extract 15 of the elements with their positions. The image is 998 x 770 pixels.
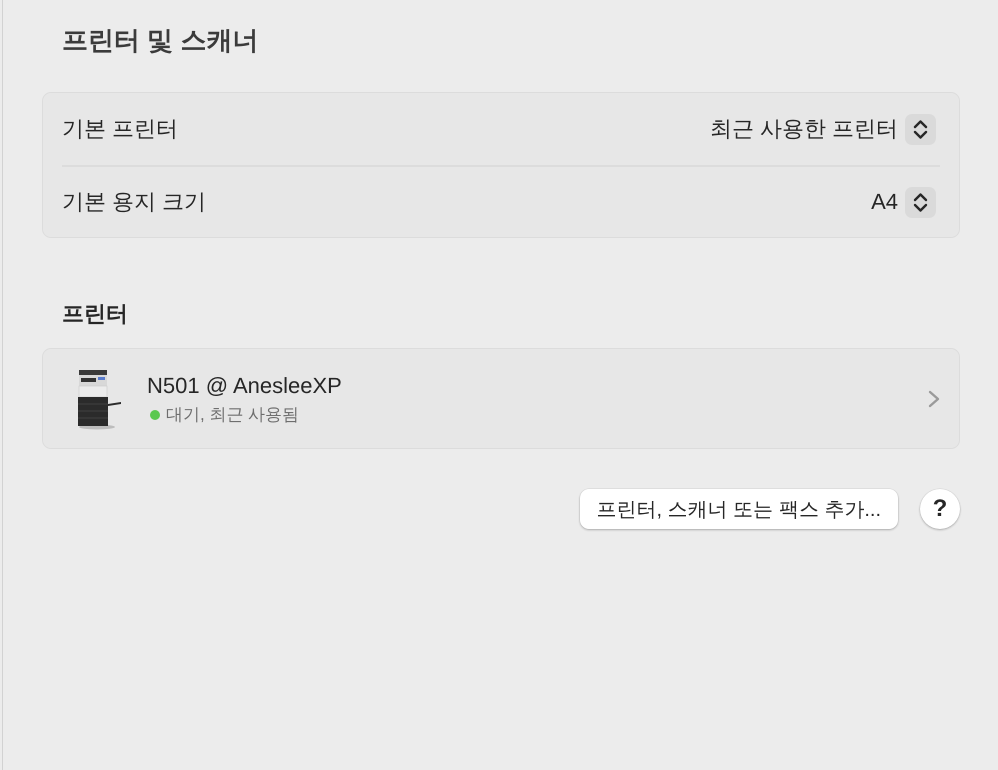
chevron-right-icon: [927, 388, 941, 408]
setting-label: 기본 프린터: [62, 115, 178, 143]
help-button[interactable]: ?: [920, 489, 960, 529]
setting-label: 기본 용지 크기: [62, 188, 206, 216]
printer-status: 대기, 최근 사용됨: [166, 404, 300, 426]
up-down-chevron-icon: [905, 114, 936, 144]
popup-button[interactable]: 최근 사용한 프린터: [710, 114, 940, 144]
popup-button[interactable]: A4: [871, 186, 940, 218]
page-title: 프린터 및 스캐너: [62, 24, 258, 56]
up-down-chevron-icon: [905, 186, 936, 218]
printer-list-item[interactable]: N501 @ AnesleeXP 대기, 최근 사용됨: [42, 348, 960, 449]
printer-name: N501 @ AnesleeXP: [147, 372, 342, 400]
printer-icon: [75, 368, 123, 430]
section-heading: 프린터: [62, 300, 128, 328]
add-printer-button[interactable]: 프린터, 스캐너 또는 팩스 추가...: [580, 489, 898, 529]
